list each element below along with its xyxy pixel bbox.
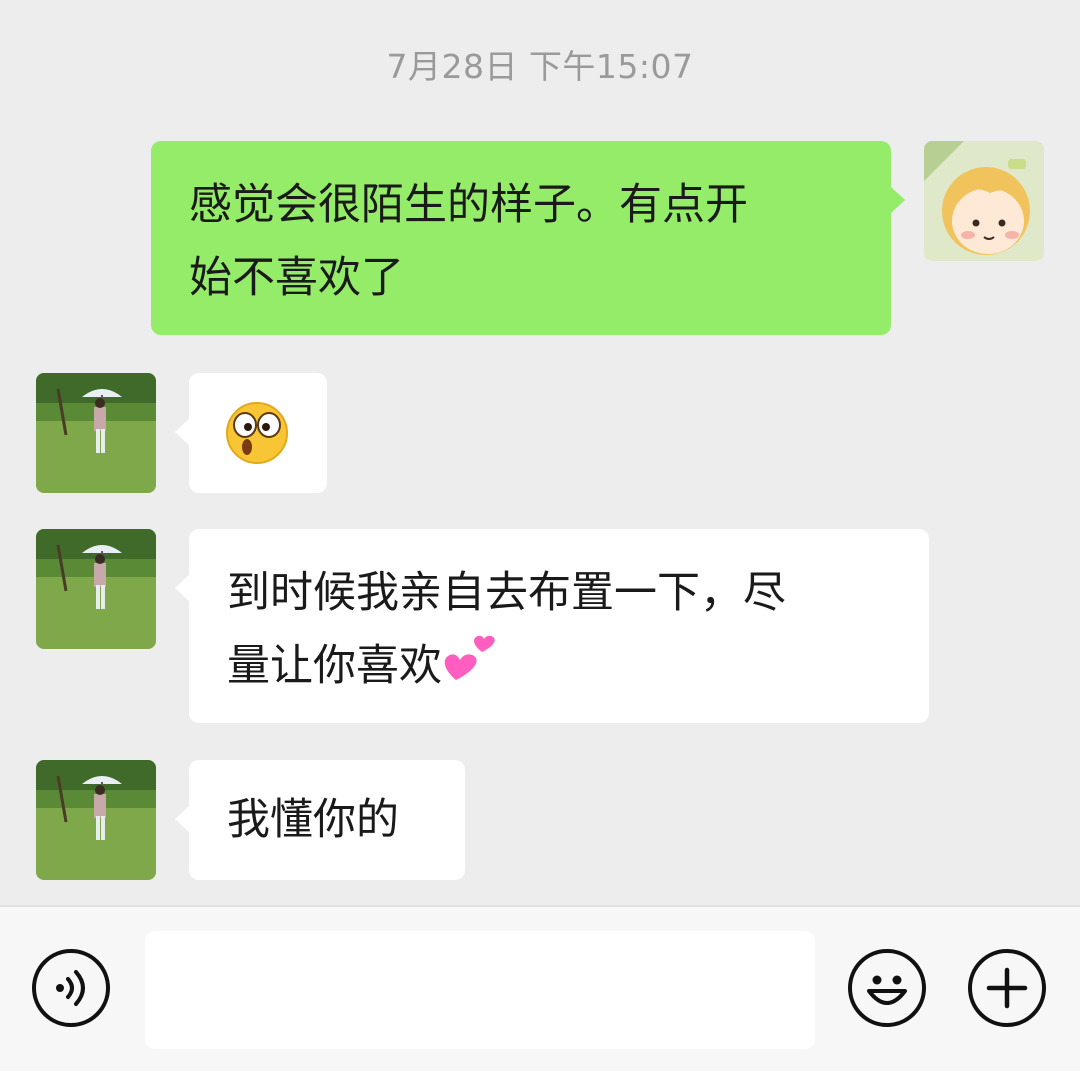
umbrella-photo-avatar-icon xyxy=(36,760,156,880)
my-message-bubble[interactable]: 感觉会很陌生的样子。有点开 始不喜欢了 xyxy=(151,141,891,335)
message-timestamp: 7月28日 下午15:07 xyxy=(386,47,694,86)
voice-input-button[interactable] xyxy=(32,949,110,1027)
message-line: 量让你喜欢 xyxy=(227,630,891,703)
emoji-button-icon xyxy=(867,975,907,1005)
voice-input-icon xyxy=(56,970,85,1006)
plus-more-icon xyxy=(986,967,1028,1009)
two-hearts-emoji-icon xyxy=(444,635,495,680)
my-avatar[interactable] xyxy=(924,141,1044,261)
message-input[interactable] xyxy=(145,931,815,1049)
message-line: 始不喜欢了 xyxy=(189,253,404,303)
message-line-text: 量让你喜欢 xyxy=(227,641,442,691)
message-line: 感觉会很陌生的样子。有点开 xyxy=(189,180,748,230)
message-input-bar xyxy=(0,905,1080,1071)
contact-message-bubble[interactable] xyxy=(189,373,327,493)
bubble-tail xyxy=(175,419,189,445)
contact-message-bubble[interactable]: 我懂你的 xyxy=(189,760,465,880)
surprised-face-emoji-icon xyxy=(226,402,288,464)
chat-area[interactable]: 7月28日 下午15:07 感觉会很陌生的样子。有点开 始不喜欢了 到时候我亲自… xyxy=(0,0,1080,905)
contact-avatar[interactable] xyxy=(36,760,156,880)
bubble-tail xyxy=(891,187,905,213)
contact-avatar[interactable] xyxy=(36,373,156,493)
cartoon-girl-avatar-icon xyxy=(924,141,1044,261)
umbrella-photo-avatar-icon xyxy=(36,373,156,493)
emoji-button[interactable] xyxy=(848,949,926,1027)
bubble-tail xyxy=(175,575,189,601)
umbrella-photo-avatar-icon xyxy=(36,529,156,649)
message-line: 到时候我亲自去布置一下，尽 xyxy=(227,568,786,618)
message-line: 我懂你的 xyxy=(227,795,399,845)
bubble-tail xyxy=(175,806,189,832)
contact-message-bubble[interactable]: 到时候我亲自去布置一下，尽 量让你喜欢 xyxy=(189,529,929,723)
contact-avatar[interactable] xyxy=(36,529,156,649)
more-button[interactable] xyxy=(968,949,1046,1027)
